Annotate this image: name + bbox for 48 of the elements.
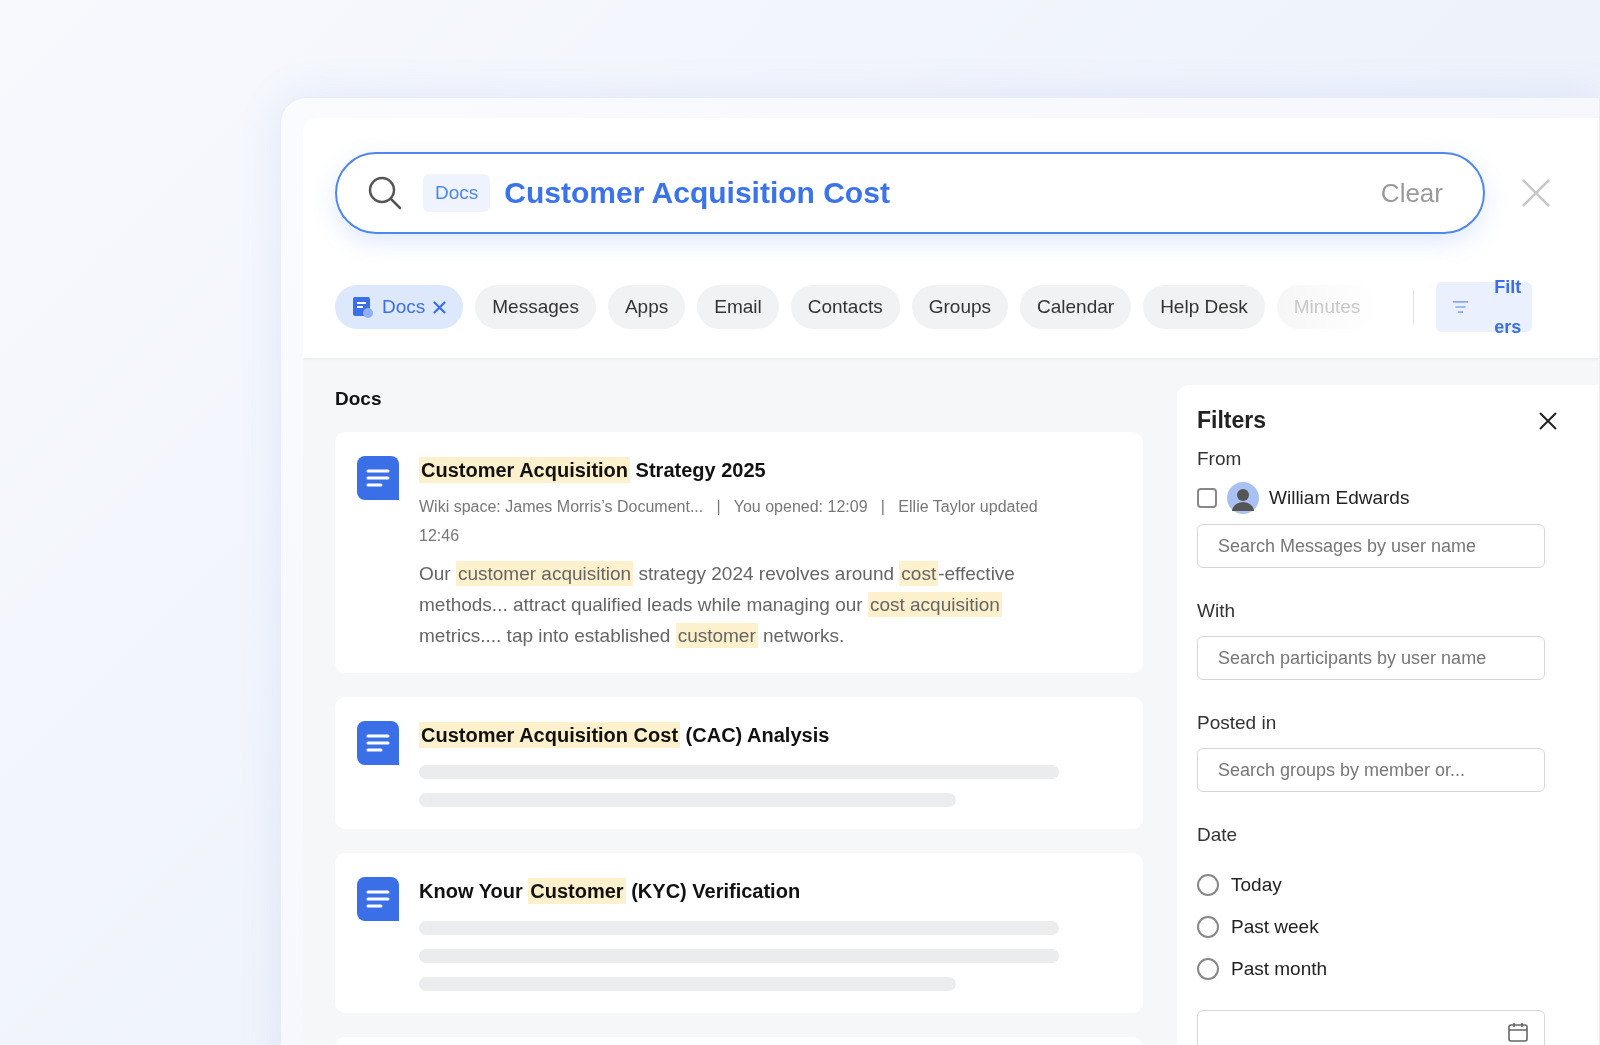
result-card[interactable]: Know Your Customer (KYC) Verification <box>335 853 1143 1013</box>
filter-chip[interactable]: Messages <box>475 285 596 329</box>
section-title: Docs <box>335 388 383 410</box>
filter-chip[interactable]: Apps <box>607 285 686 329</box>
result-snippet: Our customer acquisition strategy 2024 revolves around cost-effective methods... attract qualified leads while managing our cost acquisition metrics.... tap into established customer networks. <box>419 560 1016 650</box>
checkbox[interactable] <box>1197 488 1217 508</box>
field-label: Posted in <box>1197 712 1278 734</box>
search-icon <box>367 175 403 211</box>
filter-chip[interactable]: Calendar <box>1020 285 1132 329</box>
field-label: From <box>1197 448 1243 470</box>
document-icon <box>352 296 374 318</box>
filter-chip[interactable]: Groups <box>911 285 1009 329</box>
scope-tag: Docs <box>423 174 491 212</box>
search-query: Customer Acquisition Cost <box>504 176 890 210</box>
result-card[interactable]: Customer Acquisition Cost (CAC) Analysis <box>335 697 1143 829</box>
document-icon <box>357 721 399 765</box>
date-option[interactable]: Past week <box>1197 916 1579 938</box>
result-title[interactable]: Customer Acquisition Strategy 2025 <box>419 456 1123 484</box>
document-icon <box>357 877 399 921</box>
search-field[interactable]: Docs Customer Acquisition Cost Clear <box>335 152 1485 234</box>
filter-chip[interactable]: Contacts <box>790 285 900 329</box>
filters-title: Filters <box>1197 407 1267 434</box>
filters-button[interactable]: Filters <box>1436 282 1533 332</box>
field-label: With <box>1197 600 1236 622</box>
calendar-icon <box>1508 1022 1528 1042</box>
person-name: William Edwards <box>1269 487 1410 509</box>
avatar <box>1227 482 1259 514</box>
search-field[interactable]: Search groups by member or... <box>1197 748 1545 792</box>
filter-chip[interactable]: Email <box>697 285 779 329</box>
result-meta: Wiki space: James Morris’s Document... | You opened: 12:09 | Ellie Taylor updated 12:46 <box>419 497 1039 546</box>
field-label: Date <box>1197 824 1239 846</box>
result-title[interactable]: Know Your Customer (KYC) Verification <box>419 877 1123 905</box>
date-field[interactable] <box>1197 1010 1545 1045</box>
search-field[interactable]: Search participants by user name <box>1197 636 1545 680</box>
date-option[interactable]: Past month <box>1197 958 1579 980</box>
filter-icon <box>1452 299 1470 315</box>
filter-chip[interactable]: Docs <box>335 285 464 329</box>
close-icon[interactable] <box>1539 411 1557 430</box>
radio-button[interactable] <box>1197 874 1219 896</box>
filter-chip[interactable]: Help Desk <box>1143 285 1265 329</box>
radio-button[interactable] <box>1197 958 1219 980</box>
search-field[interactable]: Search Messages by user name <box>1197 524 1545 568</box>
result-card[interactable] <box>335 432 1143 673</box>
radio-button[interactable] <box>1197 916 1219 938</box>
document-icon <box>357 456 399 500</box>
date-option[interactable]: Today <box>1197 874 1579 896</box>
result-title[interactable]: Customer Acquisition Cost (CAC) Analysis <box>419 721 1123 749</box>
remove-icon[interactable] <box>433 300 447 314</box>
